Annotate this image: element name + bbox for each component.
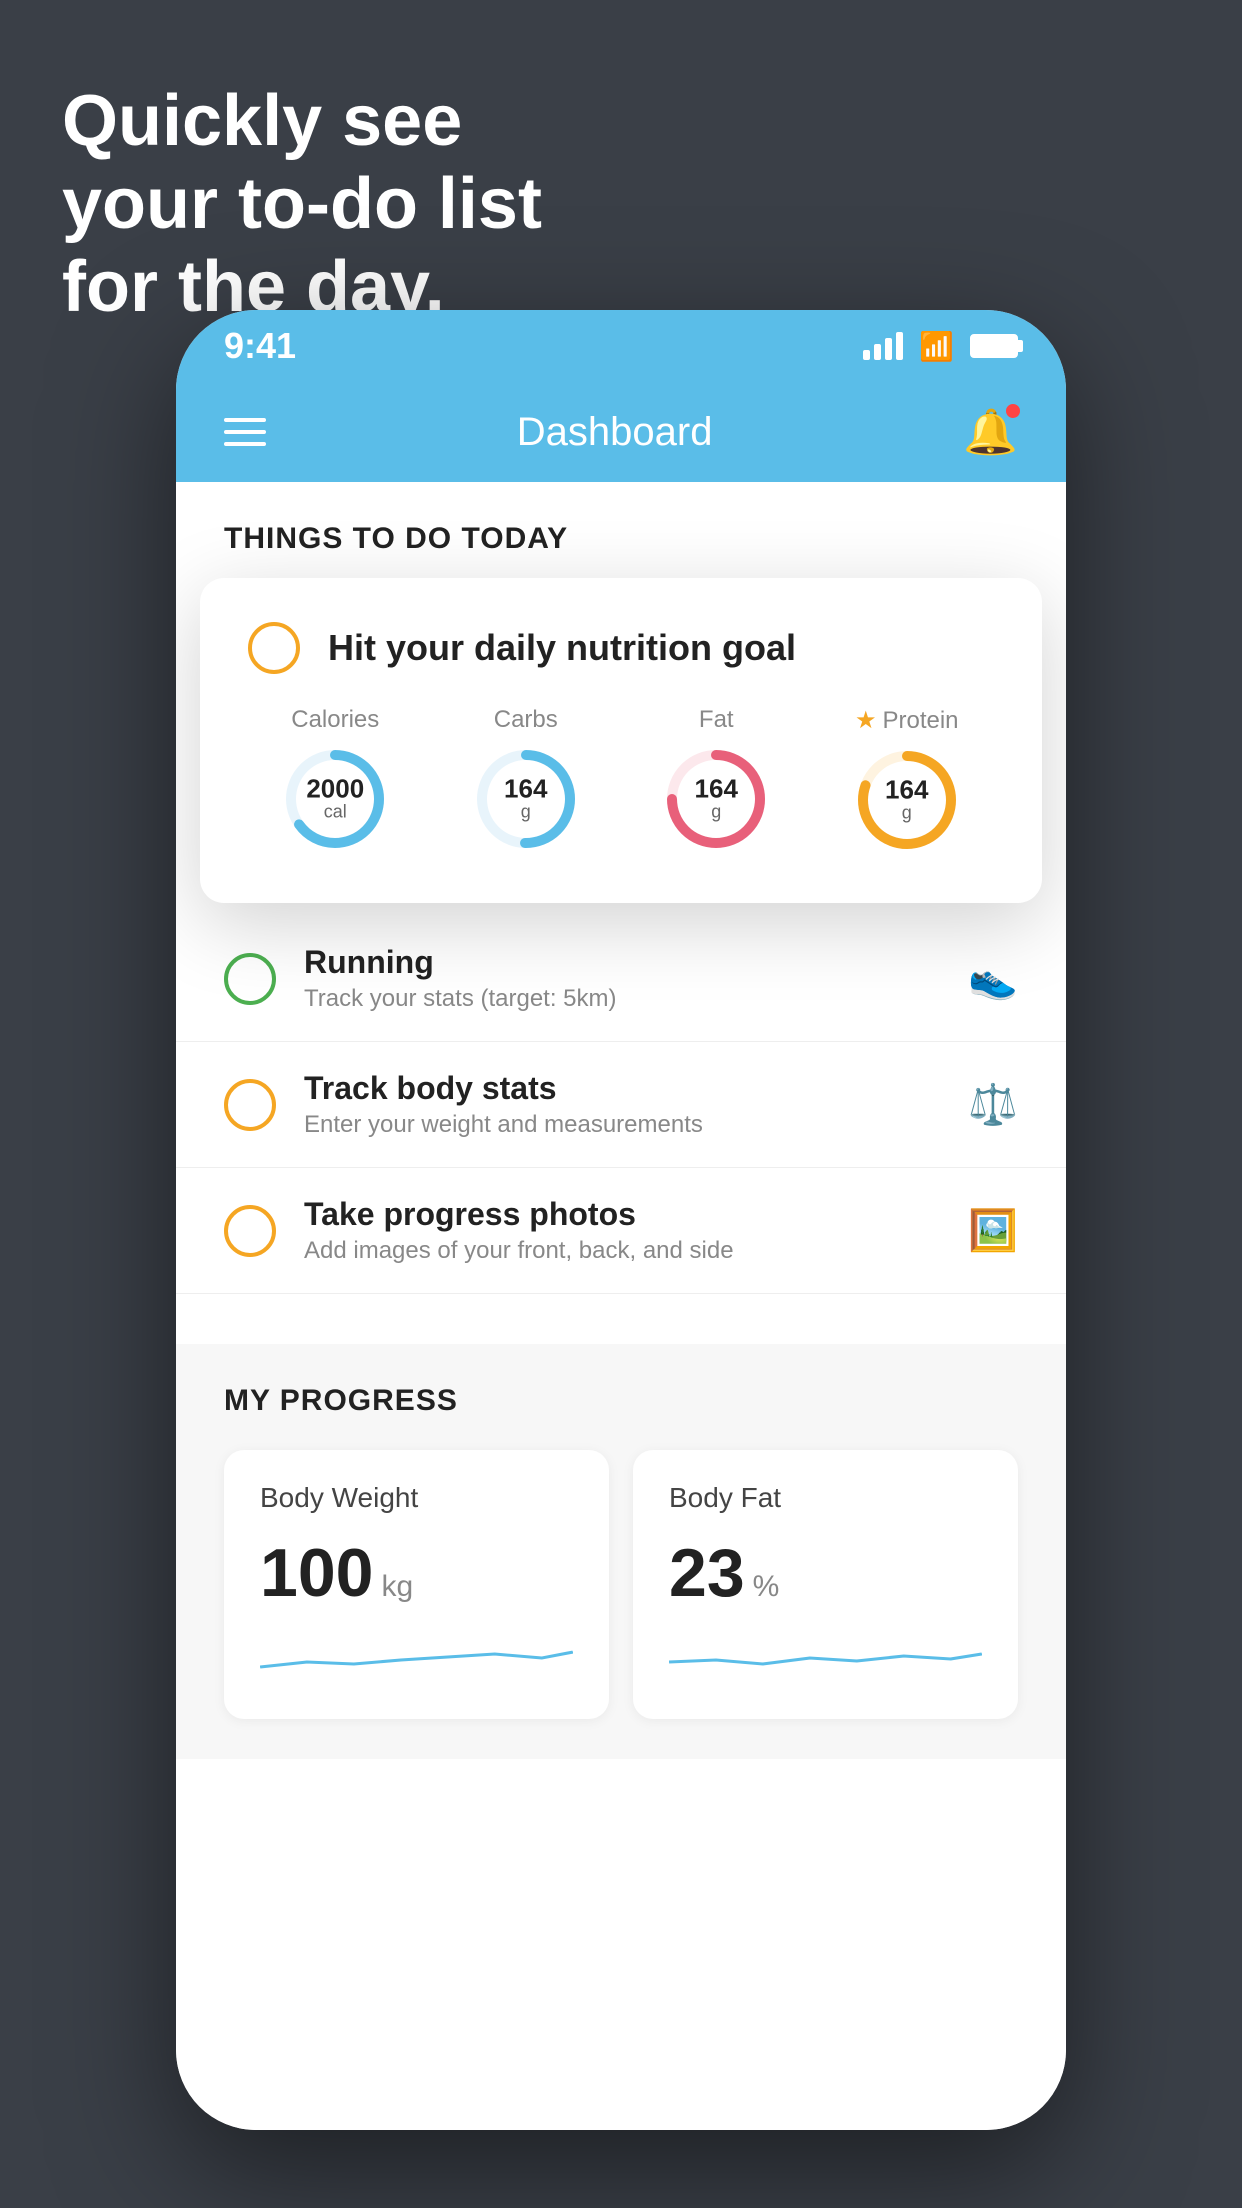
things-to-do-header: THINGS TO DO TODAY	[176, 482, 1066, 576]
notification-badge	[1004, 402, 1022, 420]
scale-icon: ⚖️	[968, 1081, 1018, 1128]
body-fat-unit: %	[753, 1570, 780, 1604]
todo-item-body-stats[interactable]: Track body stats Enter your weight and m…	[176, 1042, 1066, 1168]
body-weight-sparkline	[260, 1632, 573, 1682]
body-fat-value: 23	[669, 1534, 745, 1612]
app-header: Dashboard 🔔	[176, 382, 1066, 482]
progress-section-title: MY PROGRESS	[224, 1384, 1018, 1418]
body-stats-checkbox[interactable]	[224, 1079, 276, 1131]
running-title: Running	[304, 944, 940, 981]
running-text: Running Track your stats (target: 5km)	[304, 944, 940, 1013]
body-weight-value-row: 100 kg	[260, 1534, 573, 1612]
spacer	[176, 1294, 1066, 1344]
wifi-icon: 📶	[919, 330, 954, 363]
running-checkbox[interactable]	[224, 953, 276, 1005]
body-stats-title: Track body stats	[304, 1070, 940, 1107]
body-weight-title: Body Weight	[260, 1482, 573, 1514]
fat-donut: 164 g	[661, 744, 771, 854]
photos-checkbox[interactable]	[224, 1205, 276, 1257]
body-fat-value-row: 23 %	[669, 1534, 982, 1612]
calories-donut: 2000 cal	[280, 744, 390, 854]
body-weight-value: 100	[260, 1534, 373, 1612]
body-fat-card[interactable]: Body Fat 23 %	[633, 1450, 1018, 1719]
body-stats-subtitle: Enter your weight and measurements	[304, 1111, 940, 1139]
todo-item-running[interactable]: Running Track your stats (target: 5km) 👟	[176, 916, 1066, 1042]
macro-carbs-label: Carbs	[494, 706, 558, 734]
todo-list: Running Track your stats (target: 5km) 👟…	[176, 916, 1066, 1294]
star-icon: ★	[855, 706, 877, 735]
nutrition-checkbox[interactable]	[248, 622, 300, 674]
nutrition-card: Hit your daily nutrition goal Calories 2…	[200, 578, 1042, 903]
photos-subtitle: Add images of your front, back, and side	[304, 1237, 940, 1265]
phone-content: THINGS TO DO TODAY Hit your daily nutrit…	[176, 482, 1066, 2130]
protein-donut: 164 g	[852, 745, 962, 855]
macro-calories-label: Calories	[291, 706, 379, 734]
macro-protein: ★ Protein 164 g	[852, 706, 962, 855]
progress-cards: Body Weight 100 kg Body Fat 23 %	[224, 1450, 1018, 1719]
todo-item-photos[interactable]: Take progress photos Add images of your …	[176, 1168, 1066, 1294]
photo-icon: 🖼️	[968, 1207, 1018, 1254]
headline: Quickly see your to-do list for the day.	[62, 80, 542, 328]
photos-title: Take progress photos	[304, 1196, 940, 1233]
body-weight-unit: kg	[381, 1570, 413, 1604]
running-subtitle: Track your stats (target: 5km)	[304, 985, 940, 1013]
macro-carbs: Carbs 164 g	[471, 706, 581, 855]
macro-calories: Calories 2000 cal	[280, 706, 390, 855]
notification-button[interactable]: 🔔	[963, 406, 1018, 458]
macro-fat: Fat 164 g	[661, 706, 771, 855]
progress-section: MY PROGRESS Body Weight 100 kg Body Fat	[176, 1344, 1066, 1759]
nutrition-card-title: Hit your daily nutrition goal	[328, 627, 796, 669]
photos-text: Take progress photos Add images of your …	[304, 1196, 940, 1265]
signal-icon	[863, 332, 903, 360]
running-icon: 👟	[968, 955, 1018, 1002]
macro-protein-label: ★ Protein	[855, 706, 959, 735]
body-stats-text: Track body stats Enter your weight and m…	[304, 1070, 940, 1139]
macro-fat-label: Fat	[699, 706, 734, 734]
menu-button[interactable]	[224, 418, 266, 446]
battery-icon	[970, 334, 1018, 358]
body-fat-title: Body Fat	[669, 1482, 982, 1514]
status-icons: 📶	[863, 330, 1018, 363]
phone-frame: 9:41 📶 Dashboard 🔔 THINGS TO DO TODAY	[176, 310, 1066, 2130]
header-title: Dashboard	[517, 410, 713, 455]
status-bar: 9:41 📶	[176, 310, 1066, 382]
nutrition-card-header: Hit your daily nutrition goal	[248, 622, 994, 674]
status-time: 9:41	[224, 325, 296, 367]
carbs-donut: 164 g	[471, 744, 581, 854]
nutrition-macros: Calories 2000 cal Carbs	[248, 706, 994, 855]
body-weight-card[interactable]: Body Weight 100 kg	[224, 1450, 609, 1719]
body-fat-sparkline	[669, 1632, 982, 1682]
